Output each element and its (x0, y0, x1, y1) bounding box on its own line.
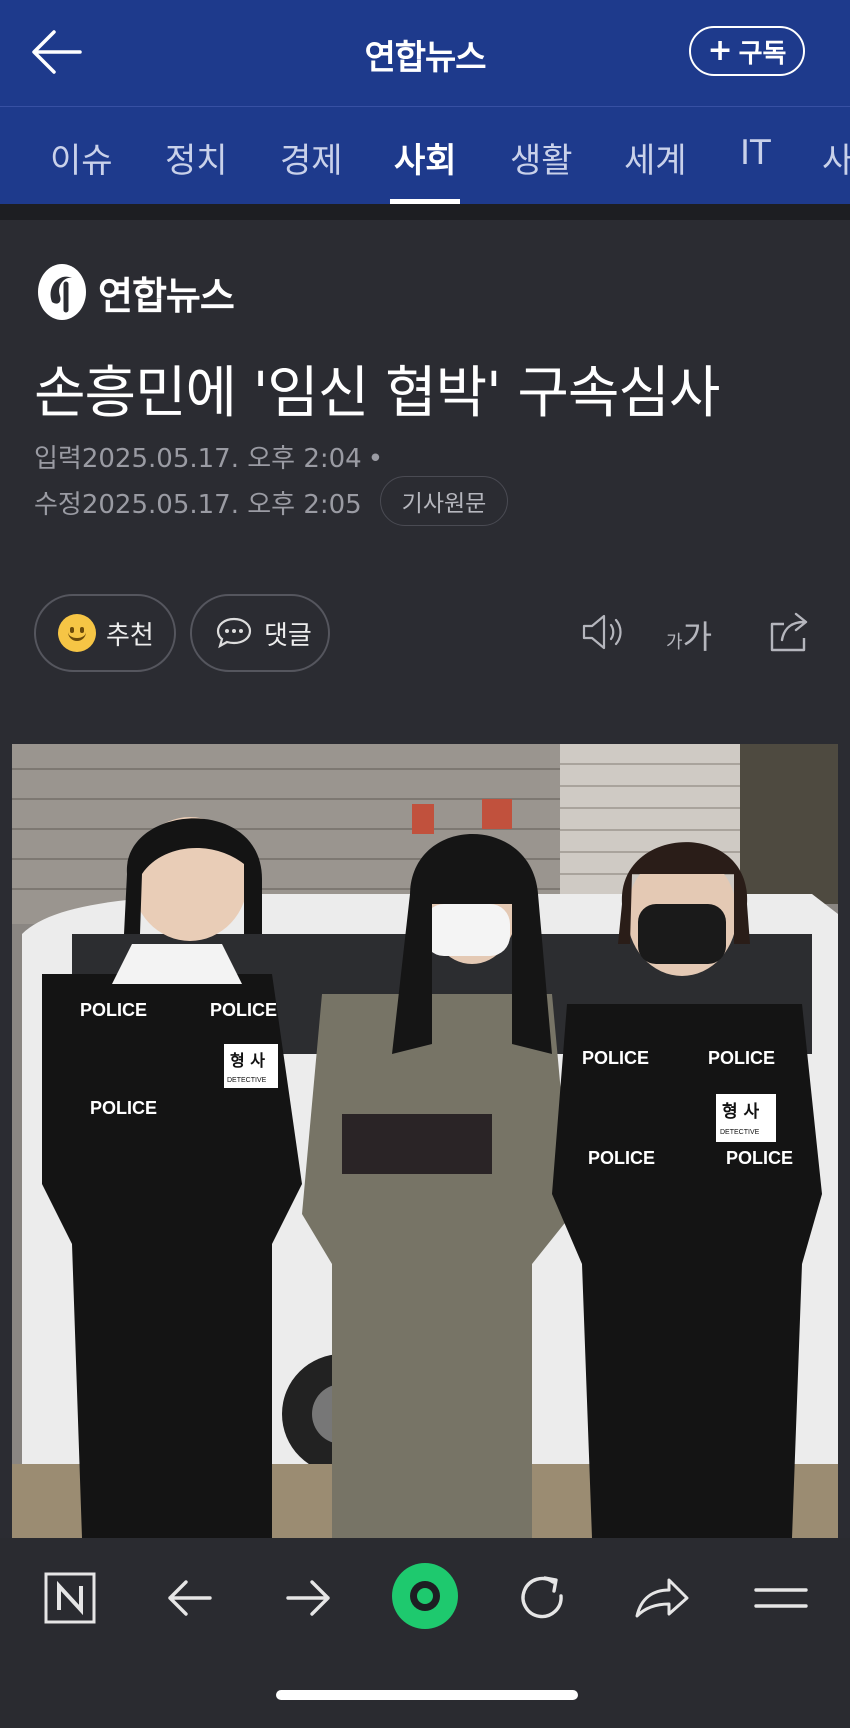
naver-home-button[interactable] (30, 1558, 110, 1638)
article-photo[interactable]: POLICE POLICE POLICE POLICE POLICE POLIC… (12, 744, 838, 1538)
subscribe-button[interactable]: + 구독 (689, 26, 805, 76)
article-headline: 손흥민에 '임신 협박' 구속심사 (34, 361, 720, 426)
police-text: POLICE (708, 1048, 775, 1068)
comment-bubble-icon (216, 617, 252, 649)
recommend-button[interactable]: 추천 (34, 594, 176, 672)
tab-politics[interactable]: 정치 (165, 133, 228, 182)
police-text: POLICE (582, 1048, 649, 1068)
tab-economy[interactable]: 경제 (280, 133, 343, 182)
edit-time: 2025.05.17. 오후 2:05 (81, 490, 362, 520)
share-nav-button[interactable] (621, 1558, 701, 1638)
refresh-button[interactable] (503, 1558, 583, 1638)
home-indicator[interactable] (276, 1690, 578, 1700)
share-icon (770, 612, 808, 652)
police-text: POLICE (726, 1148, 793, 1168)
photo-illustration: POLICE POLICE POLICE POLICE POLICE POLIC… (12, 744, 838, 1538)
speaker-icon (582, 614, 622, 650)
menu-button[interactable] (740, 1558, 820, 1638)
divider (0, 204, 850, 220)
back-button[interactable] (28, 24, 88, 80)
green-dot-icon (392, 1563, 458, 1629)
forward-nav-button[interactable] (268, 1558, 348, 1638)
forward-arrow-icon (286, 1580, 330, 1616)
tab-world[interactable]: 세계 (624, 133, 687, 182)
font-size-button[interactable]: 가가 (666, 612, 712, 658)
press-name: 연합뉴스 (98, 273, 235, 318)
edited-time: 수정2025.05.17. 오후 2:05 (34, 484, 362, 521)
menu-icon (754, 1588, 808, 1608)
separator-dot: • (367, 444, 384, 474)
top-header: 연합뉴스 + 구독 (0, 0, 850, 106)
svg-text:형 사: 형 사 (722, 1101, 760, 1122)
yonhap-logo-icon (38, 264, 86, 320)
subscribe-label: 구독 (738, 38, 787, 69)
svg-text:형 사: 형 사 (230, 1051, 265, 1070)
tab-issue[interactable]: 이슈 (50, 133, 113, 182)
detective-badge: 형 사 DETECTIVE (716, 1094, 776, 1142)
tab-life[interactable]: 생활 (510, 133, 573, 182)
svg-text:DETECTIVE: DETECTIVE (720, 1129, 760, 1136)
original-article-button[interactable]: 기사원문 (380, 476, 508, 526)
plus-icon: + (707, 33, 733, 68)
svg-text:DETECTIVE: DETECTIVE (227, 1077, 267, 1084)
green-dot-button[interactable] (385, 1556, 465, 1636)
input-time: 2025.05.17. 오후 2:04 (81, 444, 362, 474)
tab-more[interactable]: 사 (822, 133, 850, 182)
edit-label: 수정 (34, 490, 82, 520)
share-button[interactable] (764, 606, 816, 658)
press-logo[interactable]: 연합뉴스 (36, 262, 235, 322)
tts-button[interactable] (578, 606, 630, 658)
smiley-icon (58, 614, 96, 652)
recommend-label: 추천 (106, 620, 154, 651)
police-text: POLICE (588, 1148, 655, 1168)
police-text: POLICE (210, 1000, 277, 1020)
tab-society[interactable]: 사회 (394, 133, 457, 182)
category-tabs: 이슈 정치 경제 사회 생활 세계 IT 사 (0, 106, 850, 204)
input-label: 입력 (34, 444, 82, 474)
published-time: 입력2025.05.17. 오후 2:04 • (34, 438, 383, 475)
police-text: POLICE (90, 1098, 157, 1118)
police-text: POLICE (80, 1000, 147, 1020)
font-small-label: 가 (666, 632, 683, 653)
refresh-icon (521, 1576, 563, 1619)
back-arrow-icon (168, 1580, 212, 1616)
font-large-label: 가 (682, 618, 713, 656)
tab-it[interactable]: IT (740, 133, 771, 173)
back-arrow-icon (32, 30, 82, 74)
detective-badge: 형 사 DETECTIVE (224, 1044, 278, 1088)
naver-n-icon (44, 1572, 96, 1624)
share-icon (635, 1578, 689, 1618)
comment-label: 댓글 (264, 620, 312, 651)
comment-button[interactable]: 댓글 (190, 594, 330, 672)
back-nav-button[interactable] (150, 1558, 230, 1638)
